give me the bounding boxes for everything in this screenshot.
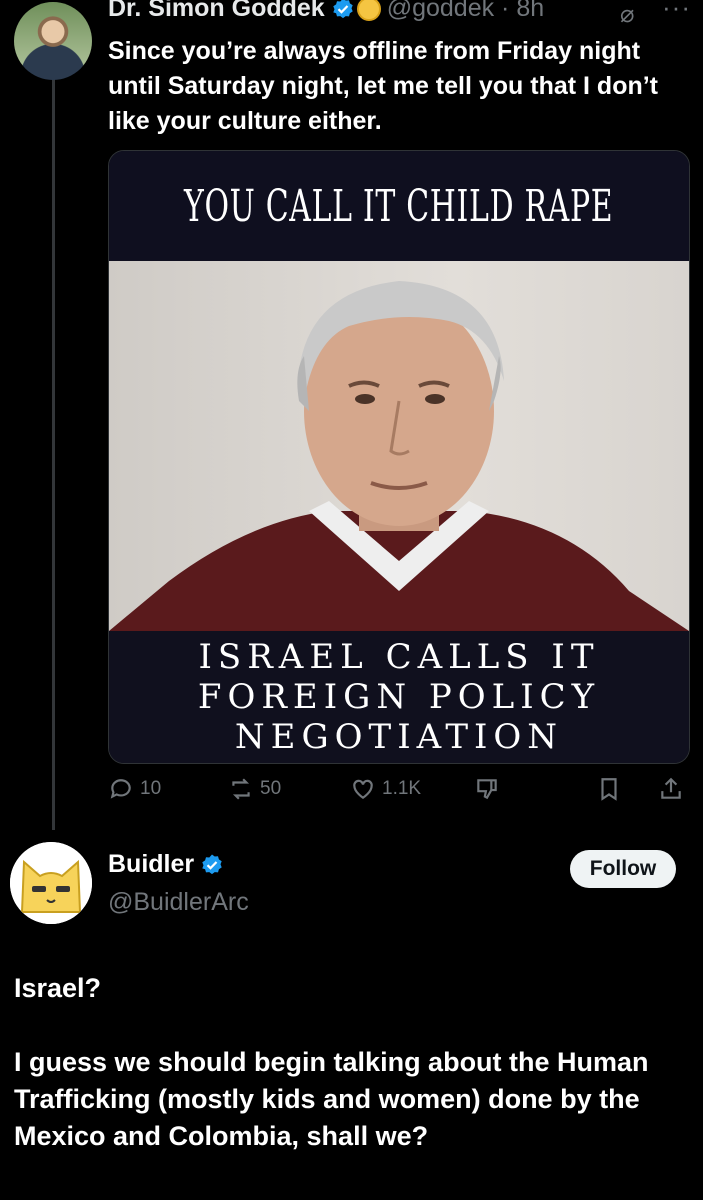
media-photo [109, 261, 689, 631]
reply-icon [110, 779, 131, 799]
media-top-banner: YOU CALL IT CHILD RAPE [109, 151, 689, 261]
reply-count: 10 [140, 778, 162, 799]
thread-line [52, 58, 55, 830]
avatar-buidler[interactable] [10, 842, 92, 924]
like-icon [353, 779, 373, 799]
reply-text: Israel? I guess we should begin talking … [14, 970, 694, 1192]
portrait-illustration [109, 281, 689, 631]
reply-author-name[interactable]: Buidler [108, 850, 194, 879]
verified-badge-icon [333, 0, 353, 18]
tweet-actions: 10 50 1.1K [108, 776, 688, 806]
reply-paragraph-1: Israel? [14, 973, 102, 1003]
avatar-goddek[interactable] [14, 2, 92, 80]
dislike-icon [477, 779, 497, 800]
verified-badge-icon [202, 854, 222, 874]
more-icon[interactable]: ··· [662, 0, 691, 23]
reply-handle[interactable]: @BuidlerArc [108, 888, 249, 917]
bookmark-button[interactable] [596, 776, 622, 802]
repost-button[interactable]: 50 [228, 776, 281, 802]
share-icon [661, 777, 681, 799]
reply-button[interactable]: 10 [108, 776, 161, 802]
like-button[interactable]: 1.1K [350, 776, 421, 802]
tweet-media[interactable]: YOU CALL IT CHILD RAPE ISRAEL CALLS IT F… [108, 150, 690, 764]
bookmark-icon [601, 778, 617, 801]
media-bottom-line-3: NEGOTIATION [234, 717, 564, 757]
repost-count: 50 [260, 778, 282, 799]
media-bottom-line-2: FOREIGN POLICY [197, 677, 601, 717]
reply-paragraph-2: I guess we should begin talking about th… [14, 1047, 649, 1151]
follow-button[interactable]: Follow [570, 850, 676, 888]
grok-icon[interactable]: ⌀ [620, 0, 634, 29]
handle-time[interactable]: @goddek · 8h [387, 0, 544, 23]
author-name[interactable]: Dr. Simon Goddek [108, 0, 325, 23]
tweet-text: Since you’re always offline from Friday … [108, 37, 659, 135]
repost-icon [232, 778, 250, 800]
media-top-caption: YOU CALL IT CHILD RAPE [184, 180, 614, 232]
like-count: 1.1K [382, 778, 422, 799]
share-button[interactable] [658, 776, 684, 802]
tweet-header: Dr. Simon Goddek @goddek · 8h [108, 0, 544, 23]
reply-author[interactable]: Buidler [108, 850, 224, 879]
media-bottom-banner: ISRAEL CALLS IT FOREIGN POLICY NEGOTIATI… [109, 631, 689, 763]
media-bottom-line-1: ISRAEL CALLS IT [198, 637, 600, 677]
dislike-button[interactable] [474, 776, 500, 802]
gold-coin-icon [356, 0, 381, 21]
cat-avatar-illustration [10, 842, 92, 924]
